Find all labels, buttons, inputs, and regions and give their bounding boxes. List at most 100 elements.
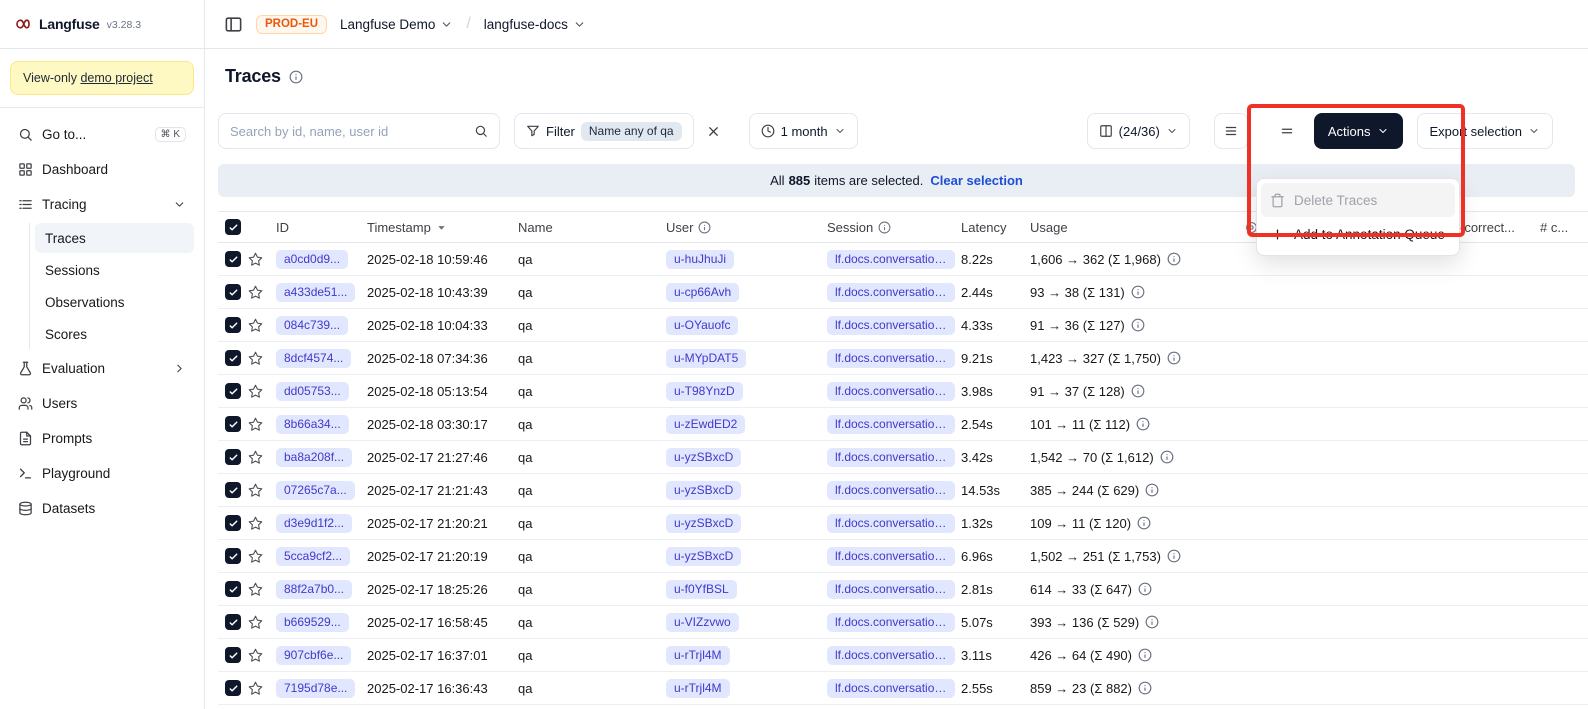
clear-selection-link[interactable]: Clear selection — [930, 173, 1023, 188]
user-badge[interactable]: u-cp66Avh — [666, 283, 739, 302]
row-checkbox[interactable] — [225, 482, 241, 498]
sidebar-toggle-button[interactable] — [224, 15, 243, 34]
table-row[interactable]: 07265c7a... 2025-02-17 21:21:43 qa u-yzS… — [218, 474, 1588, 507]
user-badge[interactable]: u-T98YnzD — [666, 382, 743, 401]
row-checkbox[interactable] — [225, 284, 241, 300]
header-usage[interactable]: Usage — [1030, 220, 1245, 235]
trace-id-badge[interactable]: 8dcf4574... — [276, 349, 351, 368]
star-icon[interactable] — [248, 483, 263, 498]
menu-item-add-to-annotation-queue[interactable]: Add to Annotation Queue — [1261, 217, 1455, 251]
header-timestamp[interactable]: Timestamp — [367, 220, 518, 235]
trace-id-badge[interactable]: a433de51... — [276, 283, 355, 302]
row-checkbox[interactable] — [225, 317, 241, 333]
header-user[interactable]: User — [666, 220, 827, 235]
star-icon[interactable] — [248, 285, 263, 300]
info-icon[interactable] — [1136, 417, 1150, 431]
row-checkbox[interactable] — [225, 449, 241, 465]
trace-id-badge[interactable]: 88f2a7b0... — [276, 580, 352, 599]
table-row[interactable]: 5cca9cf2... 2025-02-17 21:20:19 qa u-yzS… — [218, 540, 1588, 573]
trace-id-badge[interactable]: 07265c7a... — [276, 481, 355, 500]
row-checkbox[interactable] — [225, 350, 241, 366]
session-badge[interactable]: lf.docs.conversation... — [827, 283, 955, 302]
user-badge[interactable]: u-MYpDAT5 — [666, 349, 746, 368]
star-icon[interactable] — [248, 516, 263, 531]
trace-id-badge[interactable]: b669529... — [276, 613, 349, 632]
trace-id-badge[interactable]: 907cbf6e... — [276, 646, 351, 665]
org-switcher[interactable]: Langfuse Demo — [340, 17, 453, 32]
row-height-dense-button[interactable] — [1214, 113, 1248, 149]
header-latency[interactable]: Latency — [961, 220, 1030, 235]
user-badge[interactable]: u-huJhuJi — [666, 250, 734, 269]
table-row[interactable]: ba8a208f... 2025-02-17 21:27:46 qa u-yzS… — [218, 441, 1588, 474]
sidebar-item-prompts[interactable]: Prompts — [10, 422, 194, 454]
star-icon[interactable] — [248, 384, 263, 399]
user-badge[interactable]: u-yzSBxcD — [666, 481, 741, 500]
row-checkbox[interactable] — [225, 416, 241, 432]
info-icon[interactable] — [1167, 549, 1181, 563]
user-badge[interactable]: u-VIZzvwo — [666, 613, 739, 632]
session-badge[interactable]: lf.docs.conversation... — [827, 613, 955, 632]
star-icon[interactable] — [248, 417, 263, 432]
session-badge[interactable]: lf.docs.conversation... — [827, 580, 955, 599]
info-icon[interactable] — [1137, 516, 1151, 530]
row-checkbox[interactable] — [225, 548, 241, 564]
user-badge[interactable]: u-yzSBxcD — [666, 514, 741, 533]
select-all-checkbox[interactable] — [225, 219, 241, 235]
user-badge[interactable]: u-yzSBxcD — [666, 448, 741, 467]
filter-button[interactable]: Filter Name any of qa — [514, 113, 694, 149]
sidebar-item-playground[interactable]: Playground — [10, 457, 194, 489]
star-icon[interactable] — [248, 582, 263, 597]
trace-id-badge[interactable]: 8b66a34... — [276, 415, 349, 434]
actions-button[interactable]: Actions — [1314, 113, 1403, 149]
table-row[interactable]: 8dcf4574... 2025-02-18 07:34:36 qa u-MYp… — [218, 342, 1588, 375]
info-icon[interactable] — [1138, 648, 1152, 662]
project-switcher[interactable]: langfuse-docs — [484, 17, 586, 32]
info-icon[interactable] — [1138, 582, 1152, 596]
session-badge[interactable]: lf.docs.conversation... — [827, 349, 955, 368]
star-icon[interactable] — [248, 450, 263, 465]
row-checkbox[interactable] — [225, 614, 241, 630]
sidebar-item-goto[interactable]: Go to... ⌘ K — [10, 118, 194, 150]
session-badge[interactable]: lf.docs.conversation... — [827, 514, 955, 533]
info-icon[interactable] — [1131, 285, 1145, 299]
user-badge[interactable]: u-OYauofc — [666, 316, 738, 335]
star-icon[interactable] — [248, 318, 263, 333]
sidebar-item-evaluation[interactable]: Evaluation — [10, 352, 194, 384]
info-icon[interactable] — [1145, 483, 1159, 497]
row-checkbox[interactable] — [225, 581, 241, 597]
user-badge[interactable]: u-zEwdED2 — [666, 415, 745, 434]
session-badge[interactable]: lf.docs.conversation... — [827, 547, 955, 566]
export-selection-button[interactable]: Export selection — [1417, 113, 1554, 149]
info-icon[interactable] — [1131, 318, 1145, 332]
search-input[interactable] — [230, 124, 468, 139]
session-badge[interactable]: lf.docs.conversation... — [827, 481, 955, 500]
row-checkbox[interactable] — [225, 383, 241, 399]
row-checkbox[interactable] — [225, 515, 241, 531]
header-id[interactable]: ID — [276, 220, 367, 235]
trace-id-badge[interactable]: dd05753... — [276, 382, 349, 401]
table-row[interactable]: 8b66a34... 2025-02-18 03:30:17 qa u-zEwd… — [218, 408, 1588, 441]
sidebar-item-traces[interactable]: Traces — [35, 223, 194, 253]
info-icon[interactable] — [1160, 450, 1174, 464]
user-badge[interactable]: u-f0YfBSL — [666, 580, 737, 599]
session-badge[interactable]: lf.docs.conversation... — [827, 316, 955, 335]
info-icon[interactable] — [1138, 681, 1152, 695]
trace-id-badge[interactable]: a0cd0d9... — [276, 250, 348, 269]
trace-id-badge[interactable]: 5cca9cf2... — [276, 547, 350, 566]
table-row[interactable]: 084c739... 2025-02-18 10:04:33 qa u-OYau… — [218, 309, 1588, 342]
star-icon[interactable] — [248, 351, 263, 366]
star-icon[interactable] — [248, 549, 263, 564]
session-badge[interactable]: lf.docs.conversation... — [827, 679, 955, 698]
table-row[interactable]: b669529... 2025-02-17 16:58:45 qa u-VIZz… — [218, 606, 1588, 639]
sidebar-item-dashboard[interactable]: Dashboard — [10, 153, 194, 185]
user-badge[interactable]: u-rTrjl4M — [666, 679, 730, 698]
row-height-loose-button[interactable] — [1270, 113, 1304, 149]
trace-id-badge[interactable]: ba8a208f... — [276, 448, 352, 467]
star-icon[interactable] — [248, 252, 263, 267]
info-icon[interactable] — [1145, 615, 1159, 629]
info-icon[interactable] — [1167, 351, 1181, 365]
row-checkbox[interactable] — [225, 680, 241, 696]
header-score-c[interactable]: # c... — [1540, 220, 1588, 235]
header-score-correct[interactable]: -correct... — [1460, 220, 1540, 235]
menu-item-delete-traces[interactable]: Delete Traces — [1261, 183, 1455, 217]
